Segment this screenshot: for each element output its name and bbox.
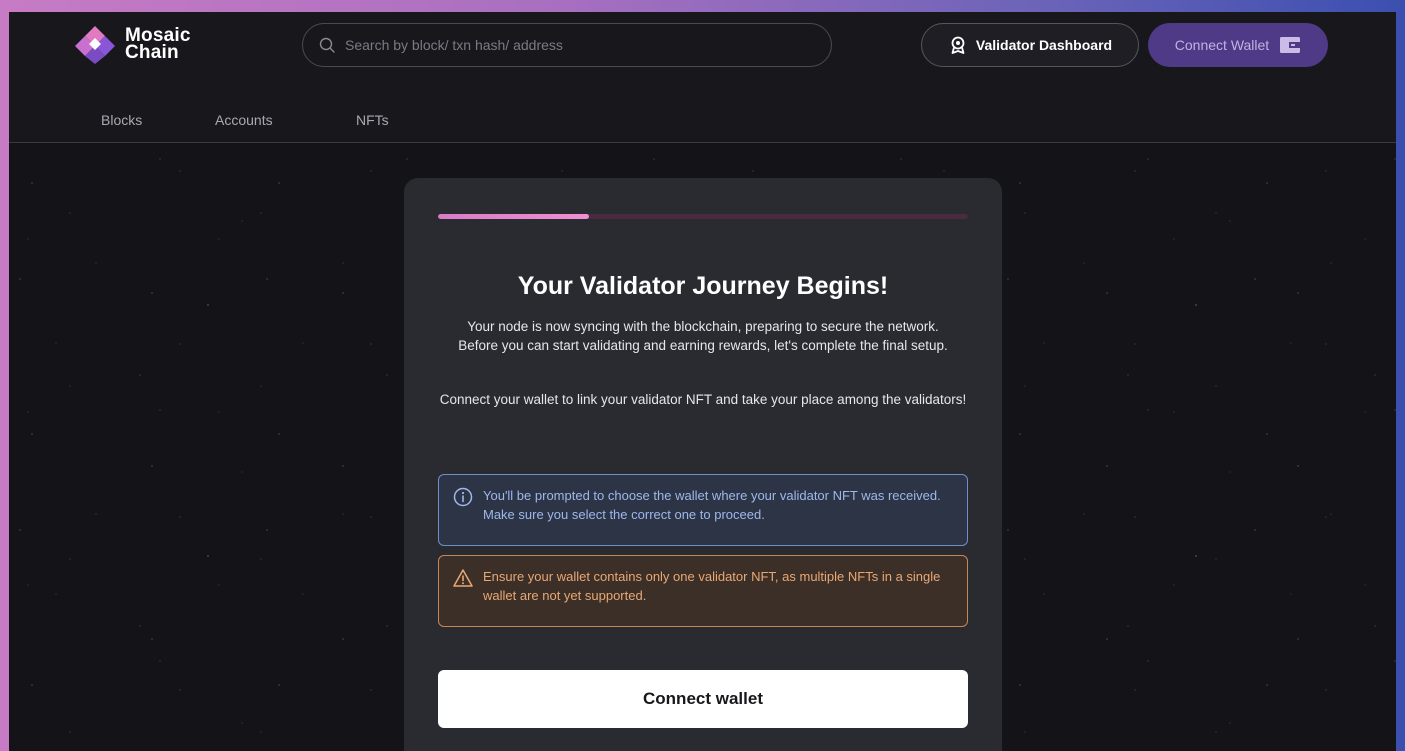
warning-icon (453, 569, 473, 587)
validator-onboarding-card: Your Validator Journey Begins! Your node… (404, 178, 1002, 751)
nav-item-nfts[interactable]: NFTs (356, 112, 389, 128)
search-input[interactable] (343, 36, 807, 54)
progress-bar-fill (438, 214, 590, 219)
connect-wallet-button[interactable]: Connect wallet (438, 670, 968, 728)
card-description: Your node is now syncing with the blockc… (458, 319, 948, 353)
nav-item-accounts[interactable]: Accounts (215, 112, 273, 128)
connect-wallet-header-button[interactable]: Connect Wallet (1148, 23, 1328, 67)
validator-dashboard-button[interactable]: Validator Dashboard (921, 23, 1139, 67)
search-bar[interactable] (302, 23, 832, 67)
card-title: Your Validator Journey Begins! (517, 272, 889, 300)
info-alert-text: You'll be prompted to choose the wallet … (483, 488, 941, 522)
diamond-mosaic-logo-icon (75, 24, 115, 64)
progress-bar (438, 214, 968, 219)
badge-icon (951, 36, 965, 54)
wallet-icon (1280, 37, 1301, 53)
info-icon (453, 487, 473, 507)
brand-logo[interactable]: Mosaic Chain (75, 24, 191, 64)
top-header: Mosaic Chain Validator Dashboard Connect… (9, 12, 1396, 143)
card-description-secondary: Connect your wallet to link your validat… (439, 392, 967, 407)
brand-name: Mosaic Chain (125, 26, 191, 63)
app-window: Mosaic Chain Validator Dashboard Connect… (9, 12, 1396, 751)
nav-item-blocks[interactable]: Blocks (101, 112, 142, 128)
brand-name-line2: Chain (125, 42, 179, 63)
warning-alert-text: Ensure your wallet contains only one val… (483, 569, 941, 603)
search-icon (319, 37, 335, 53)
connect-wallet-header-label: Connect Wallet (1174, 37, 1270, 53)
warning-alert: Ensure your wallet contains only one val… (438, 555, 968, 627)
info-alert: You'll be prompted to choose the wallet … (438, 474, 968, 546)
validator-dashboard-label: Validator Dashboard (975, 37, 1113, 53)
